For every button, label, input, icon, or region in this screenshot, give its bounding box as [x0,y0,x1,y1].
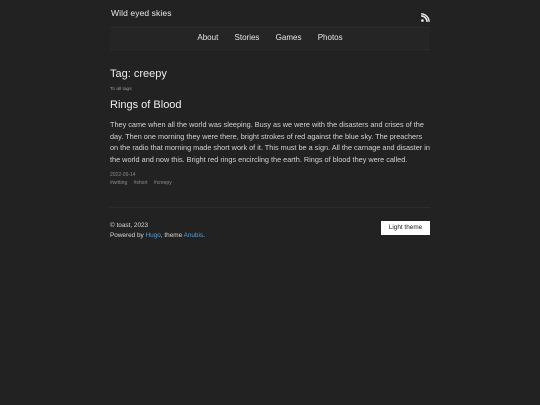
rss-feed-link[interactable] [421,9,430,22]
powered-by-prefix: Powered by [110,231,146,239]
post-title-link[interactable]: Rings of Blood [110,98,430,112]
nav-item-games[interactable]: Games [276,33,302,42]
tag-link-short[interactable]: #short [134,180,148,186]
all-tags-link[interactable]: To all tags [110,87,430,92]
footer-divider [110,207,430,209]
site-title-link[interactable]: Wild eyed skies [111,8,172,18]
nav-item-stories[interactable]: Stories [235,33,260,42]
page-container: Wild eyed skies About Stories Games Phot… [110,0,430,240]
post-tags: #writing #short #creepy [110,180,430,186]
main-navigation: About Stories Games Photos [110,27,430,50]
tag-link-writing[interactable]: #writing [110,180,127,186]
site-footer: © toast, 2023 Powered by Hugo, theme Anu… [110,221,430,240]
period-text: . [203,231,205,239]
nav-item-about[interactable]: About [197,33,218,42]
post-summary: They came when all the world was sleepin… [110,120,430,164]
site-header: Wild eyed skies [110,0,430,27]
main-content: Tag: creepy To all tags Rings of Blood T… [110,67,430,186]
light-theme-button[interactable]: Light theme [381,221,430,236]
page-title: Tag: creepy [110,68,167,80]
tag-link-creepy[interactable]: #creepy [154,180,172,186]
rss-icon [421,13,430,22]
anubis-link[interactable]: Anubis [184,232,204,239]
post-entry: Rings of Blood They came when all the wo… [110,98,430,186]
nav-item-photos[interactable]: Photos [318,33,343,42]
hugo-link[interactable]: Hugo [146,232,161,239]
post-date: 2022-09-14 [110,172,136,179]
theme-text: , theme [160,231,184,239]
